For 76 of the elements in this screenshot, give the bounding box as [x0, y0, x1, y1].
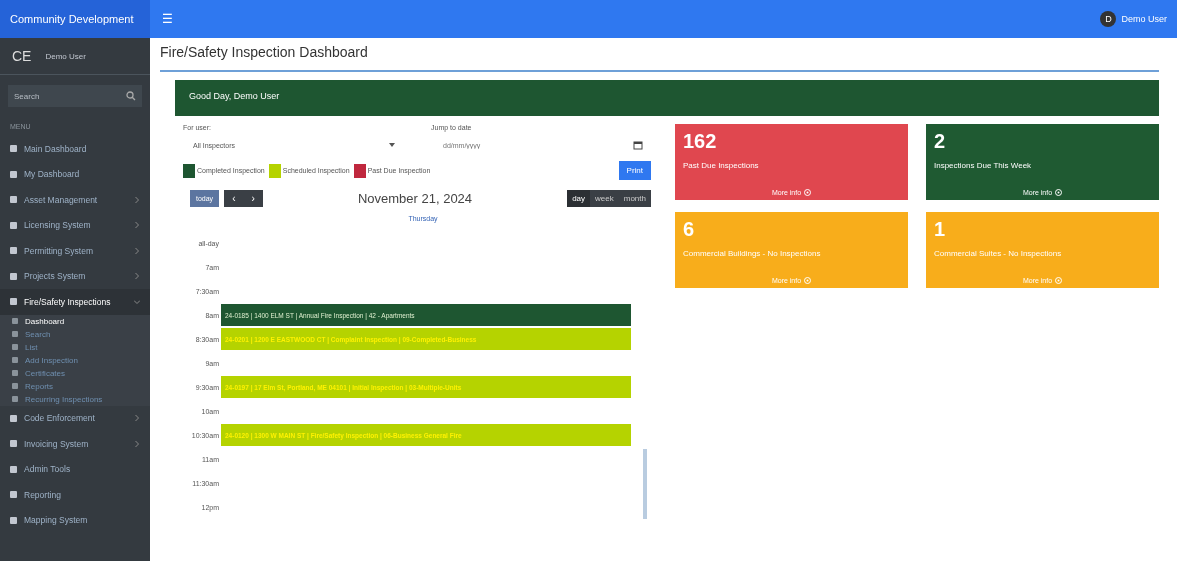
submenu-item[interactable]: Certificates: [0, 366, 150, 380]
chevron-icon: [134, 196, 140, 203]
submenu-item-icon: [12, 318, 18, 324]
user-avatar[interactable]: D: [1100, 11, 1117, 27]
submenu-item[interactable]: Dashboard: [0, 314, 150, 328]
menu-item-icon: [10, 465, 17, 473]
page-title: Fire/Safety Inspection Dashboard: [160, 42, 1159, 72]
view-tab[interactable]: month: [618, 190, 651, 207]
info-icon: [1055, 277, 1063, 284]
submenu-item[interactable]: Recurring Inspections: [0, 392, 150, 406]
info-icon: [804, 189, 812, 196]
menu-item-icon: [10, 196, 17, 204]
nav-item[interactable]: Code Enforcement: [0, 405, 150, 431]
menu-item-icon: [10, 170, 17, 178]
nav-item[interactable]: Fire/Safety Inspections: [0, 289, 150, 315]
caret-icon: [389, 143, 395, 147]
info-icon: [1055, 189, 1063, 196]
user-name[interactable]: Demo User: [1121, 14, 1167, 24]
menu-item-icon: [10, 440, 17, 448]
nav-item[interactable]: Invoicing System: [0, 431, 150, 457]
submenu-item-icon: [12, 370, 18, 376]
chevron-icon: [134, 298, 140, 305]
search-icon: [126, 91, 136, 101]
submenu-item[interactable]: Add Inspection: [0, 353, 150, 367]
calendar-date: November 21, 2024: [357, 191, 473, 206]
stat-label: Inspections Due This Week: [934, 161, 1033, 170]
nav-item[interactable]: Licensing System: [0, 212, 150, 238]
nav-item[interactable]: Permitting System: [0, 238, 150, 264]
nav-item[interactable]: Admin Tools: [0, 456, 150, 482]
calendar-icon: [633, 140, 643, 150]
nav-item[interactable]: Main Dashboard: [0, 136, 150, 162]
nav-item[interactable]: Asset Management: [0, 187, 150, 213]
chevron-icon: [134, 440, 140, 447]
submenu-item-icon: [12, 396, 18, 402]
nav-item[interactable]: Mapping System: [0, 507, 150, 533]
submenu-item[interactable]: List: [0, 340, 150, 354]
submenu-item-icon: [12, 331, 18, 337]
view-tab[interactable]: week: [590, 190, 619, 207]
menu-item-icon: [10, 221, 17, 229]
chevron-icon: [134, 247, 140, 254]
previous-button[interactable]: ‹: [224, 190, 244, 207]
logo: CE: [12, 48, 32, 64]
menu-item-icon: [10, 516, 17, 524]
stat-label: Past Due Inspections: [683, 161, 760, 170]
chevron-icon: [134, 273, 140, 280]
stat-value: 1: [934, 218, 947, 241]
menu-button[interactable]: ☰: [156, 11, 179, 27]
info-icon: [804, 277, 812, 284]
submenu-item-icon: [12, 344, 18, 350]
menu-item-icon: [10, 145, 17, 153]
menu-item-icon: [10, 247, 17, 255]
chevron-icon: [134, 415, 140, 422]
menu-item-icon: [10, 414, 17, 422]
next-button[interactable]: ›: [243, 190, 263, 207]
menu-item-icon: [10, 272, 17, 280]
view-tab[interactable]: day: [567, 190, 591, 207]
submenu-item[interactable]: Search: [0, 327, 150, 341]
nav-item[interactable]: My Dashboard: [0, 161, 150, 187]
stat-value: 162: [683, 130, 718, 153]
menu-item-icon: [10, 491, 17, 499]
stat-label: Commercial Suites - No Inspections: [934, 249, 1063, 258]
stat-value: 6: [683, 218, 696, 241]
print-button[interactable]: Print: [618, 161, 651, 180]
submenu-item-icon: [12, 383, 18, 389]
brand-title[interactable]: Community Development: [0, 0, 150, 38]
sidebar-user-name[interactable]: Demo User: [45, 51, 86, 61]
chevron-icon: [134, 222, 140, 229]
nav-item[interactable]: Reporting: [0, 482, 150, 508]
stat-value: 2: [934, 130, 947, 153]
stat-label: Commercial Buildings - No Inspections: [683, 249, 822, 258]
menu-item-icon: [10, 298, 17, 306]
search-field[interactable]: Search: [8, 85, 142, 107]
greeting-banner: Good Day, Demo User: [175, 80, 1159, 116]
nav-item[interactable]: Projects System: [0, 263, 150, 289]
submenu-item[interactable]: Reports: [0, 379, 150, 393]
submenu-item-icon: [12, 357, 18, 363]
